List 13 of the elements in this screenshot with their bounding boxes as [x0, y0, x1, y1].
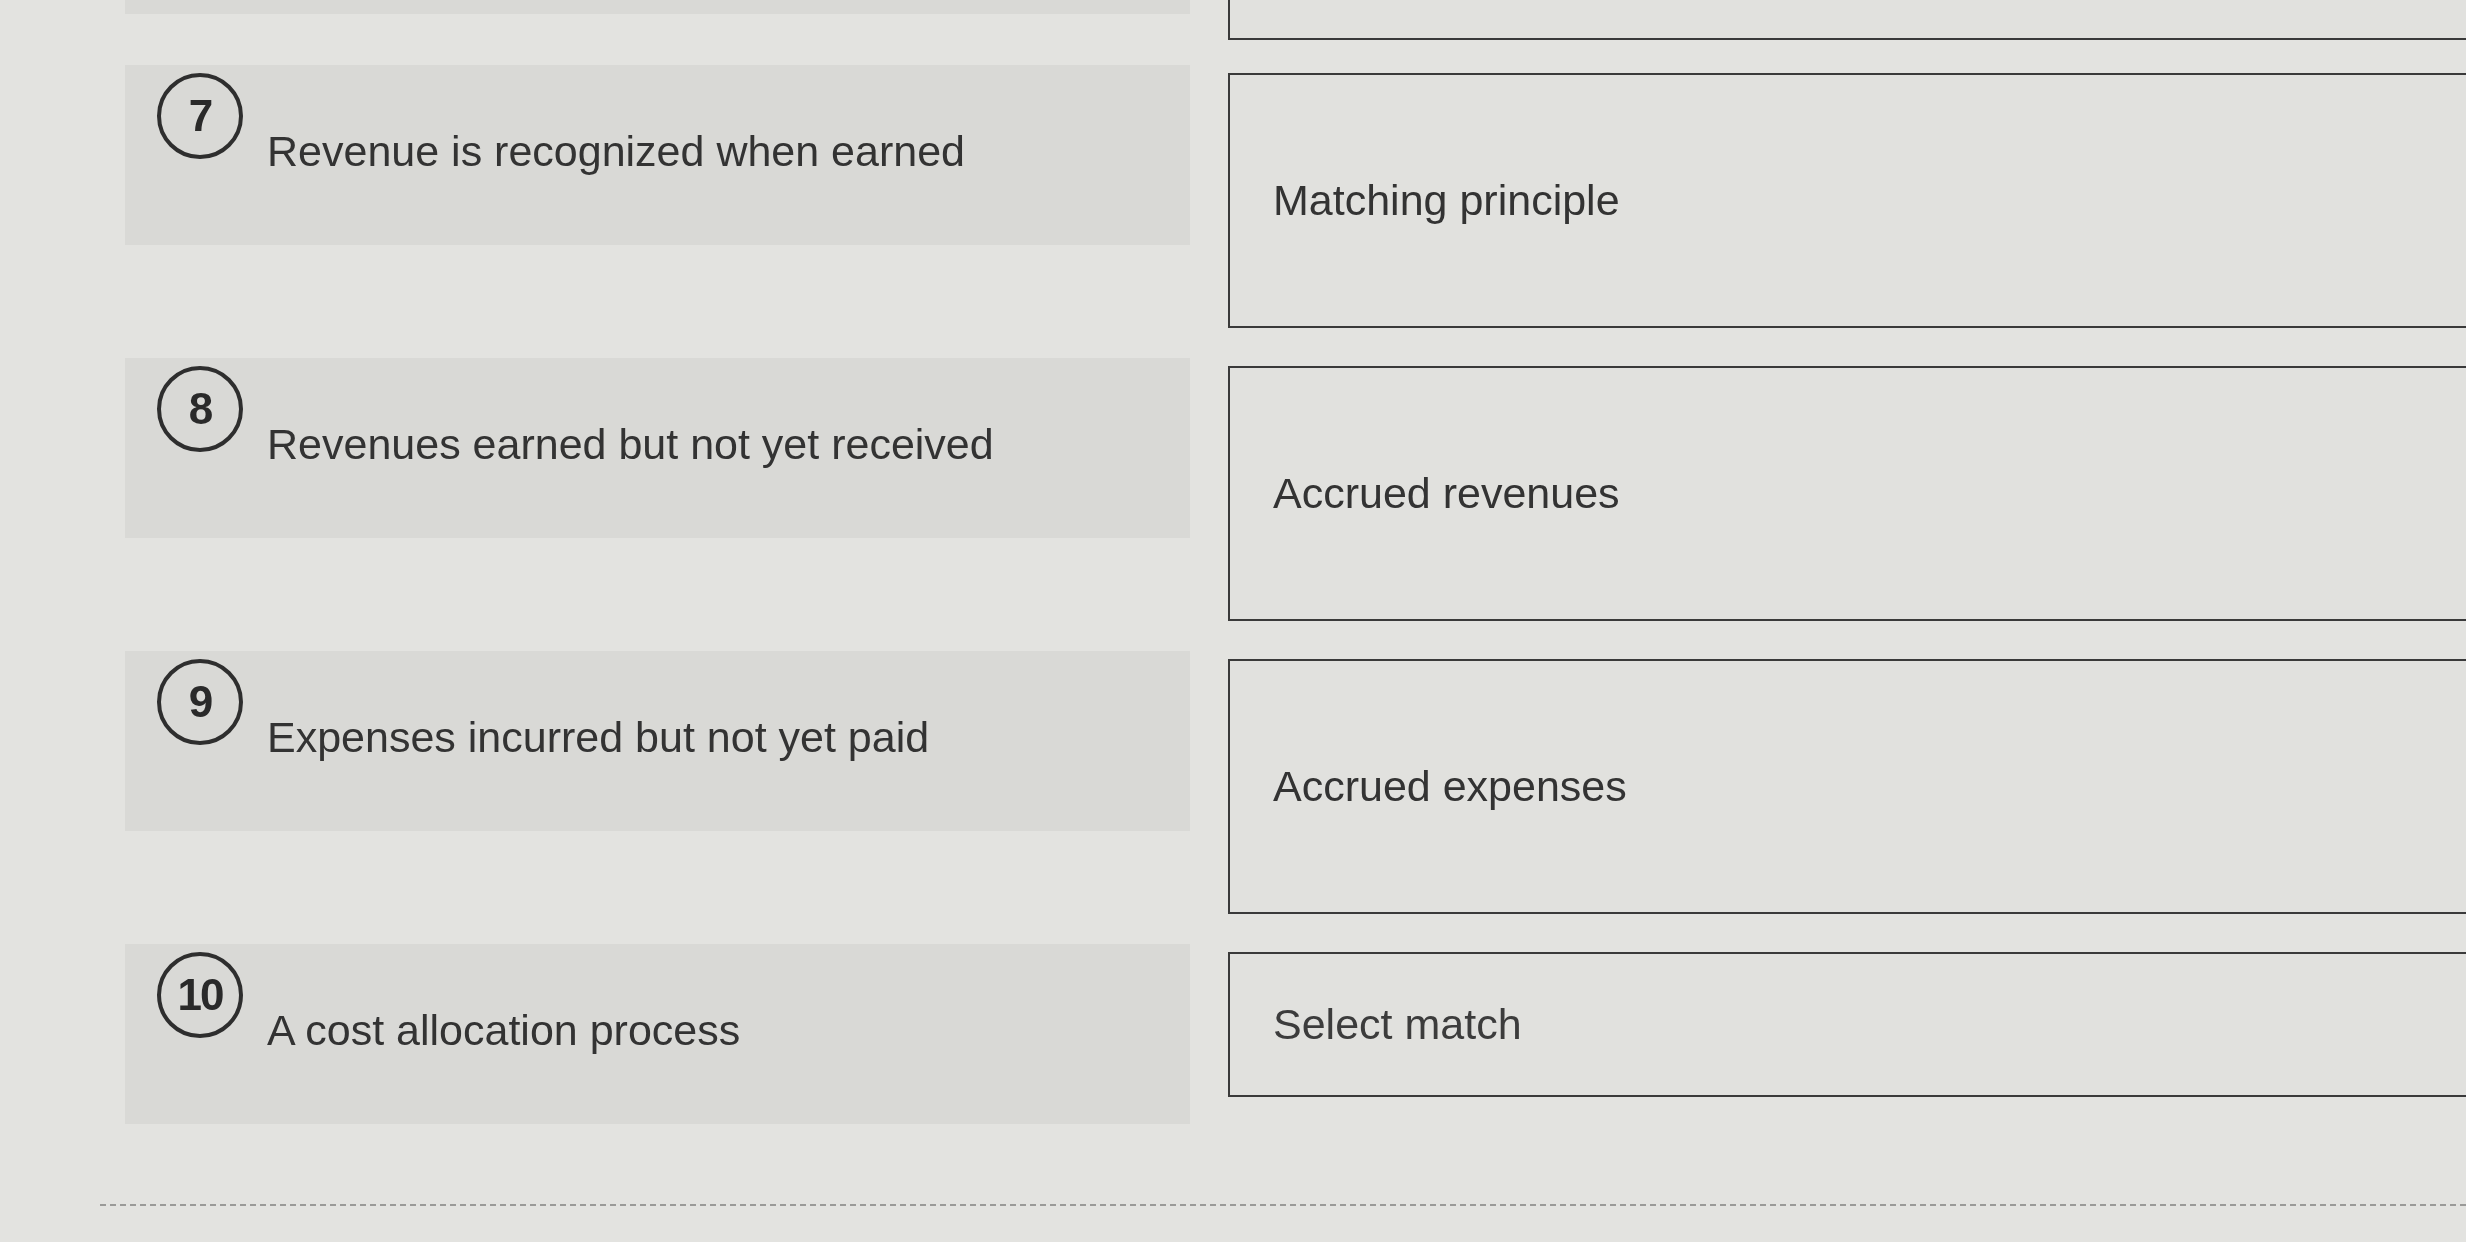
- answer-dropdown[interactable]: Matching principle: [1228, 73, 2466, 328]
- answer-dropdown[interactable]: Accrued revenues: [1228, 366, 2466, 621]
- prompt-text: Expenses incurred but not yet paid: [267, 712, 930, 763]
- question-number: 7: [157, 73, 243, 159]
- prompt-text: Revenues earned but not yet received: [267, 419, 994, 470]
- prompt-text: A cost allocation process: [267, 1005, 741, 1056]
- answer-dropdown[interactable]: [1228, 0, 2466, 40]
- question-number: 10: [157, 952, 243, 1038]
- answer-dropdown[interactable]: Select match: [1228, 952, 2466, 1097]
- prompt-text: Revenue is recognized when earned: [267, 126, 965, 177]
- question-number: 8: [157, 366, 243, 452]
- question-number: 9: [157, 659, 243, 745]
- answer-dropdown[interactable]: Accrued expenses: [1228, 659, 2466, 914]
